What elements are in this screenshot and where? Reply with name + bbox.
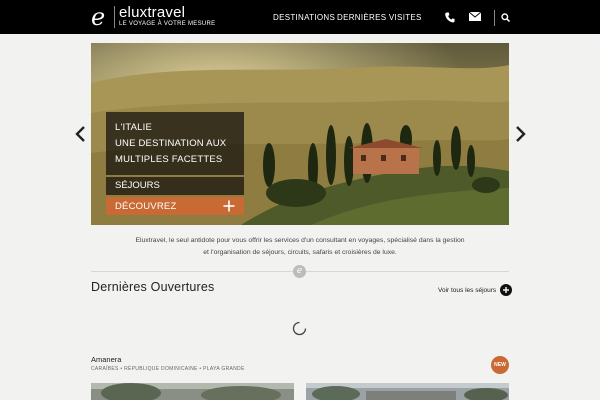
logo-tagline: LE VOYAGE À VOTRE MESURE [119, 21, 216, 27]
loading-spinner-icon [292, 321, 307, 336]
hero-caption-box: L'ITALIE UNE DESTINATION AUX MULTIPLES F… [106, 112, 244, 175]
phone-icon[interactable] [445, 12, 455, 23]
search-icon[interactable] [501, 13, 510, 22]
divider-logo-badge: e [293, 265, 306, 278]
logo-divider [114, 6, 115, 28]
decouvrez-label: DÉCOUVREZ [115, 200, 177, 212]
decouvrez-button[interactable]: DÉCOUVREZ [106, 197, 244, 215]
nav-dernieres-visites[interactable]: DERNIÈRES VISITES [337, 0, 422, 34]
hero-caption-line: L'ITALIE [115, 122, 153, 133]
resort-image [306, 383, 509, 400]
hero-caption-line: MULTIPLES FACETTES [115, 154, 223, 165]
hero-caption: L'ITALIE UNE DESTINATION AUX MULTIPLES F… [106, 112, 244, 215]
logo-text: eluxtravel LE VOYAGE À VOTRE MESURE [119, 4, 216, 28]
top-navbar: e eluxtravel LE VOYAGE À VOTRE MESURE DE… [0, 0, 600, 34]
new-badge: NEW [491, 356, 509, 374]
header-separator [494, 10, 495, 26]
nav-dernieres-visites-label[interactable]: DERNIÈRES VISITES [337, 13, 422, 22]
listing-location: CARAÏBES • RÉPUBLIQUE DOMINICAINE • PLAY… [91, 366, 245, 372]
nav-destinations-label[interactable]: DESTINATIONS [273, 13, 335, 22]
listing-thumbnail[interactable] [91, 383, 294, 400]
intro-text: Eluxtravel, le seul antidote pour vous o… [91, 235, 509, 259]
listing-thumbnail[interactable] [306, 383, 509, 400]
slider-next-arrow-icon[interactable] [513, 125, 527, 143]
listing-name[interactable]: Amanera [91, 355, 121, 364]
resort-image [91, 383, 294, 400]
plus-icon [223, 200, 235, 212]
eluxtravel-logo[interactable]: e eluxtravel LE VOYAGE À VOTRE MESURE [91, 5, 215, 29]
intro-line: Eluxtravel, le seul antidote pour vous o… [135, 237, 465, 244]
logo-letter: e [91, 3, 106, 31]
see-all-label[interactable]: Voir tous les séjours [438, 287, 496, 294]
sejours-link[interactable]: SÉJOURS [106, 177, 244, 195]
section-title: Dernières Ouvertures [91, 280, 215, 294]
nav-destinations[interactable]: DESTINATIONS [273, 0, 335, 34]
plus-circle-icon[interactable] [500, 284, 513, 296]
hero-caption-line: UNE DESTINATION AUX [115, 138, 227, 149]
logo-name: eluxtravel [119, 4, 186, 21]
mail-icon[interactable] [469, 12, 481, 21]
slider-prev-arrow-icon[interactable] [74, 125, 88, 143]
see-all-sejours-link[interactable]: Voir tous les séjours [438, 284, 513, 296]
intro-line: et l'organisation de séjours, circuits, … [203, 249, 397, 256]
